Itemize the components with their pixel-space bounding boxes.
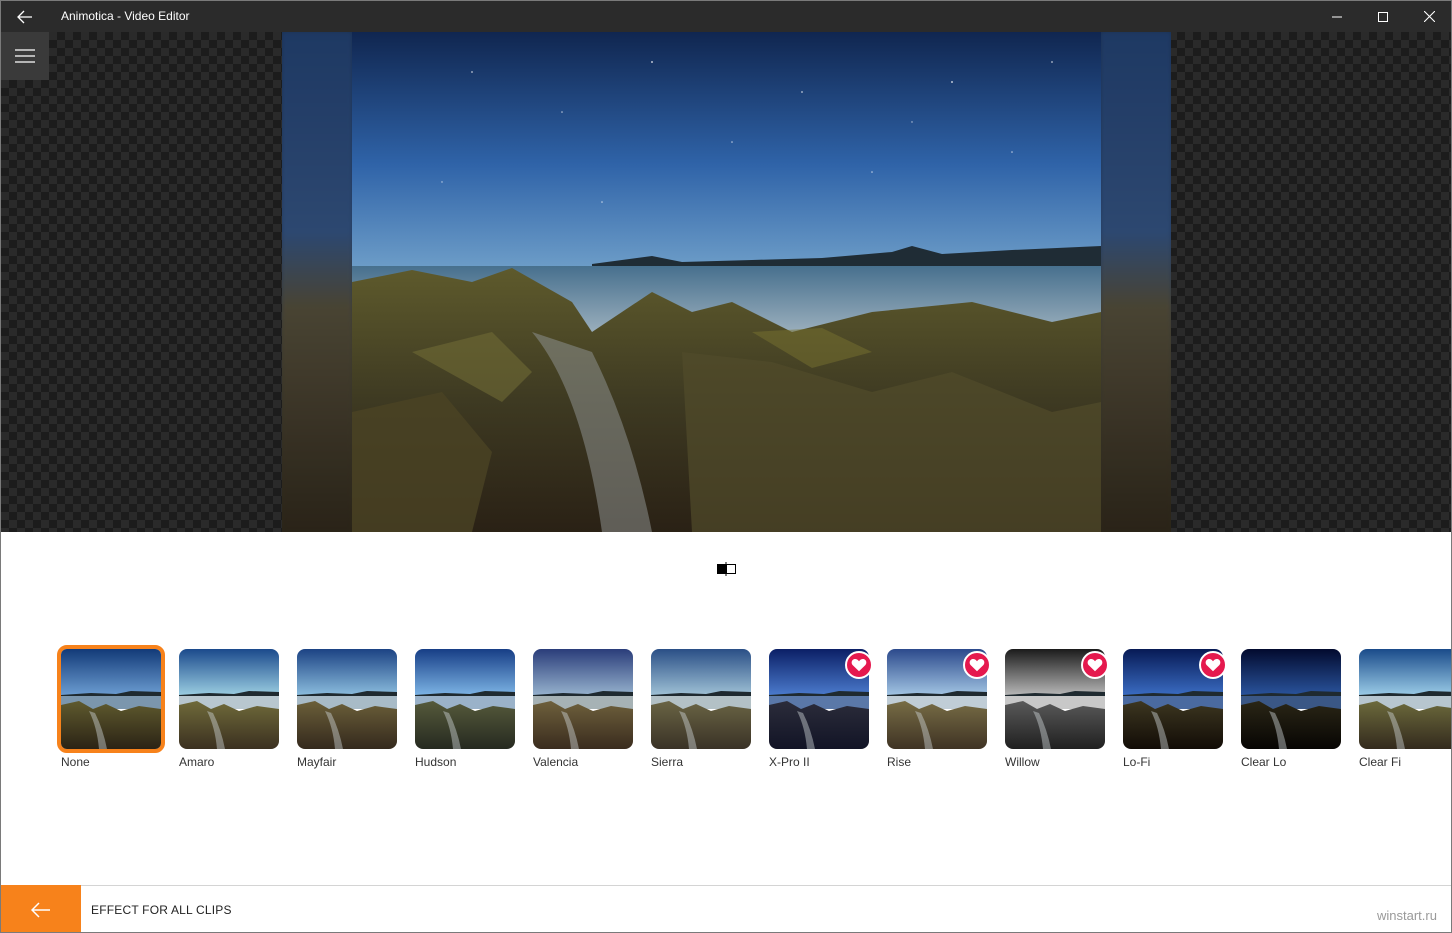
menu-button[interactable] — [1, 32, 49, 80]
watermark: winstart.ru — [1377, 908, 1437, 923]
app-window: Animotica - Video Editor None Amaro Mayf… — [0, 0, 1452, 933]
minimize-button[interactable] — [1314, 1, 1360, 32]
bottom-bar: EFFECT FOR ALL CLIPS winstart.ru — [1, 885, 1451, 932]
filter-item-lo-fi[interactable]: Lo-Fi — [1119, 645, 1229, 775]
heart-icon — [963, 651, 991, 679]
close-button[interactable] — [1406, 1, 1451, 32]
maximize-button[interactable] — [1360, 1, 1406, 32]
preview-frame[interactable] — [282, 32, 1171, 532]
filter-label: None — [61, 755, 90, 769]
filter-item-x-pro-ii[interactable]: X-Pro II — [765, 645, 875, 775]
minimize-icon — [1332, 16, 1342, 17]
filter-thumbnail — [297, 649, 397, 749]
filter-label: Clear Fi — [1359, 755, 1402, 769]
maximize-icon — [1378, 11, 1388, 22]
filter-item-willow[interactable]: Willow — [1001, 645, 1111, 775]
filter-thumbnail — [57, 645, 165, 753]
close-icon — [1423, 11, 1435, 22]
filter-label: Amaro — [179, 755, 215, 769]
filter-label: Rise — [887, 755, 912, 769]
compare-toggle-button[interactable] — [716, 561, 738, 577]
heart-icon — [1081, 651, 1109, 679]
hamburger-menu-icon — [15, 49, 35, 63]
filter-thumbnail — [1359, 649, 1451, 749]
filter-label: Valencia — [533, 755, 579, 769]
back-arrow-icon — [31, 901, 50, 918]
filter-item-none[interactable]: None — [57, 645, 167, 775]
back-button-orange[interactable] — [1, 885, 81, 932]
filter-label: Clear Lo — [1241, 755, 1287, 769]
filter-label: X-Pro II — [769, 755, 810, 769]
filter-item-hudson[interactable]: Hudson — [411, 645, 521, 775]
filter-thumbnail — [651, 649, 751, 749]
filter-item-rise[interactable]: Rise — [883, 645, 993, 775]
filter-label: Lo-Fi — [1123, 755, 1151, 769]
heart-icon — [1199, 651, 1227, 679]
filter-item-valencia[interactable]: Valencia — [529, 645, 639, 775]
filter-label: Willow — [1005, 755, 1040, 769]
filter-thumbnail — [415, 649, 515, 749]
preview-image — [352, 32, 1101, 532]
video-preview — [1, 32, 1451, 532]
effect-for-all-clips-label: EFFECT FOR ALL CLIPS — [91, 903, 232, 917]
filter-thumbnail — [1241, 649, 1341, 749]
heart-icon — [845, 651, 873, 679]
filter-item-sierra[interactable]: Sierra — [647, 645, 757, 775]
filter-label: Sierra — [651, 755, 684, 769]
blurred-fill-left — [282, 32, 352, 532]
filter-thumbnail — [533, 649, 633, 749]
blurred-fill-right — [1101, 32, 1171, 532]
filter-item-amaro[interactable]: Amaro — [175, 645, 285, 775]
filter-label: Mayfair — [297, 755, 337, 769]
filter-item-clear-fi[interactable]: Clear Fi — [1355, 645, 1451, 775]
filter-label: Hudson — [415, 755, 457, 769]
before-after-compare-icon — [717, 562, 736, 576]
window-title: Animotica - Video Editor — [61, 9, 190, 23]
back-arrow-icon — [17, 10, 32, 23]
filter-strip: None Amaro Mayfair Hudson Valencia Sierra X-Pr… — [57, 645, 1451, 775]
filter-thumbnail — [179, 649, 279, 749]
filter-item-mayfair[interactable]: Mayfair — [293, 645, 403, 775]
filter-item-clear-lo[interactable]: Clear Lo — [1237, 645, 1347, 775]
back-button[interactable] — [1, 1, 49, 32]
title-bar: Animotica - Video Editor — [1, 1, 1451, 32]
